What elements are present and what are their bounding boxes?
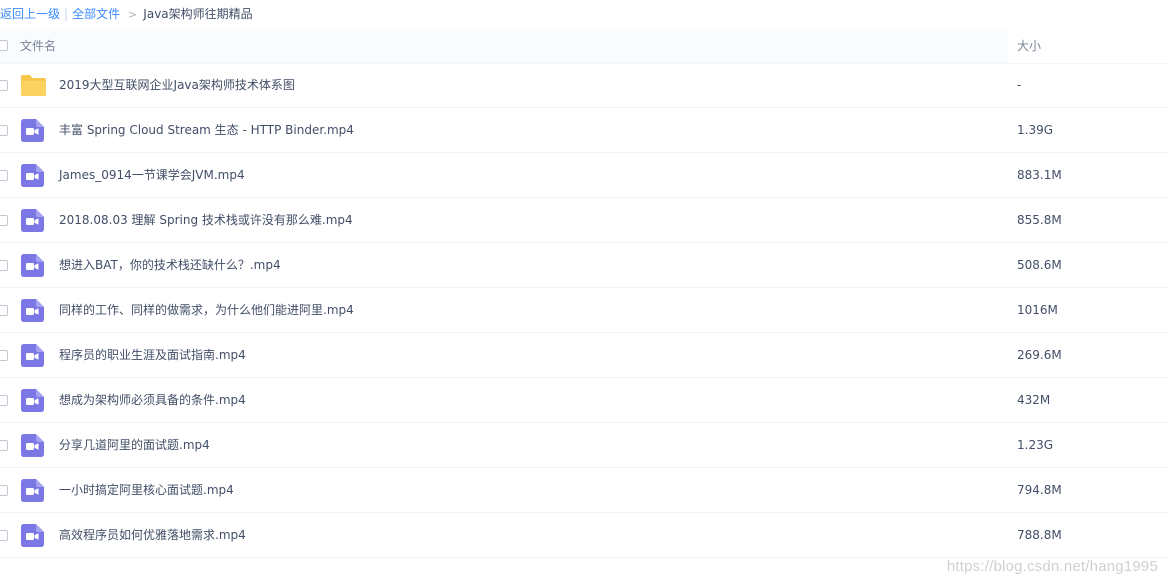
file-row[interactable]: 程序员的职业生涯及面试指南.mp4 269.6M [0,333,1168,378]
file-name[interactable]: 2019大型互联网企业Java架构师技术体系图 [59,63,295,108]
file-name[interactable]: 一小时搞定阿里核心面试题.mp4 [59,468,234,513]
all-files-link[interactable]: 全部文件 [72,7,120,21]
video-file-icon [21,164,44,187]
column-header-name[interactable]: 文件名 [20,29,56,63]
file-size: 883.1M [1017,168,1062,182]
file-row[interactable]: 同样的工作、同样的做需求，为什么他们能进阿里.mp4 1016M [0,288,1168,333]
file-size: 508.6M [1017,258,1062,272]
file-size: 1.39G [1017,123,1054,137]
file-name[interactable]: 想成为架构师必须具备的条件.mp4 [59,378,246,423]
file-row[interactable]: 高效程序员如何优雅落地需求.mp4 788.8M [0,513,1168,558]
video-file-icon [21,479,44,502]
file-name[interactable]: 程序员的职业生涯及面试指南.mp4 [59,333,246,378]
file-list-header: 文件名 大小 [0,29,1168,64]
row-checkbox[interactable] [0,305,8,316]
video-file-icon [21,389,44,412]
row-checkbox[interactable] [0,350,8,361]
file-size: 794.8M [1017,483,1062,497]
file-row[interactable]: 分享几道阿里的面试题.mp4 1.23G [0,423,1168,468]
breadcrumb-separator: | [64,7,69,21]
video-file-icon [21,119,44,142]
column-header-size[interactable]: 大小 [1017,29,1041,63]
file-name[interactable]: 高效程序员如何优雅落地需求.mp4 [59,513,246,558]
breadcrumb: 返回上一级 | 全部文件 > Java架构师往期精品 [0,0,253,29]
file-row[interactable]: 丰富 Spring Cloud Stream 生态 - HTTP Binder.… [0,108,1168,153]
row-checkbox[interactable] [0,215,8,226]
file-size: 269.6M [1017,348,1062,362]
file-row[interactable]: 一小时搞定阿里核心面试题.mp4 794.8M [0,468,1168,513]
file-row[interactable]: James_0914一节课学会JVM.mp4 883.1M [0,153,1168,198]
file-size: 788.8M [1017,528,1062,542]
file-name[interactable]: James_0914一节课学会JVM.mp4 [59,153,245,198]
row-checkbox[interactable] [0,440,8,451]
video-file-icon [21,434,44,457]
file-row[interactable]: 2019大型互联网企业Java架构师技术体系图 - [0,63,1168,108]
file-size: 855.8M [1017,213,1062,227]
select-all-checkbox[interactable] [0,40,8,51]
video-file-icon [21,344,44,367]
row-checkbox[interactable] [0,80,8,91]
current-folder: Java架构师往期精品 [143,7,253,21]
row-checkbox[interactable] [0,395,8,406]
row-checkbox[interactable] [0,485,8,496]
row-checkbox[interactable] [0,170,8,181]
file-name[interactable]: 丰富 Spring Cloud Stream 生态 - HTTP Binder.… [59,108,354,153]
row-checkbox[interactable] [0,530,8,541]
file-size: - [1017,78,1022,92]
watermark: https://blog.csdn.net/hang1995 [946,558,1158,575]
file-row[interactable]: 想成为架构师必须具备的条件.mp4 432M [0,378,1168,423]
file-name[interactable]: 分享几道阿里的面试题.mp4 [59,423,210,468]
video-file-icon [21,209,44,232]
file-name[interactable]: 2018.08.03 理解 Spring 技术栈或许没有那么难.mp4 [59,198,353,243]
breadcrumb-arrow-icon: > [128,8,138,21]
video-file-icon [21,524,44,547]
folder-icon [20,74,46,97]
file-name[interactable]: 想进入BAT，你的技术栈还缺什么？.mp4 [59,243,281,288]
file-list: 2019大型互联网企业Java架构师技术体系图 - 丰富 Spring Cloud … [0,63,1168,558]
back-link[interactable]: 返回上一级 [0,7,60,21]
video-file-icon [21,299,44,322]
file-size: 432M [1017,393,1051,407]
video-file-icon [21,254,44,277]
file-name[interactable]: 同样的工作、同样的做需求，为什么他们能进阿里.mp4 [59,288,354,333]
row-checkbox[interactable] [0,260,8,271]
file-size: 1.23G [1017,438,1054,452]
row-checkbox[interactable] [0,125,8,136]
file-row[interactable]: 想进入BAT，你的技术栈还缺什么？.mp4 508.6M [0,243,1168,288]
file-row[interactable]: 2018.08.03 理解 Spring 技术栈或许没有那么难.mp4 855.8… [0,198,1168,243]
file-size: 1016M [1017,303,1058,317]
file-browser: 返回上一级 | 全部文件 > Java架构师往期精品 文件名 大小 2019大型互联网企… [0,0,1168,583]
